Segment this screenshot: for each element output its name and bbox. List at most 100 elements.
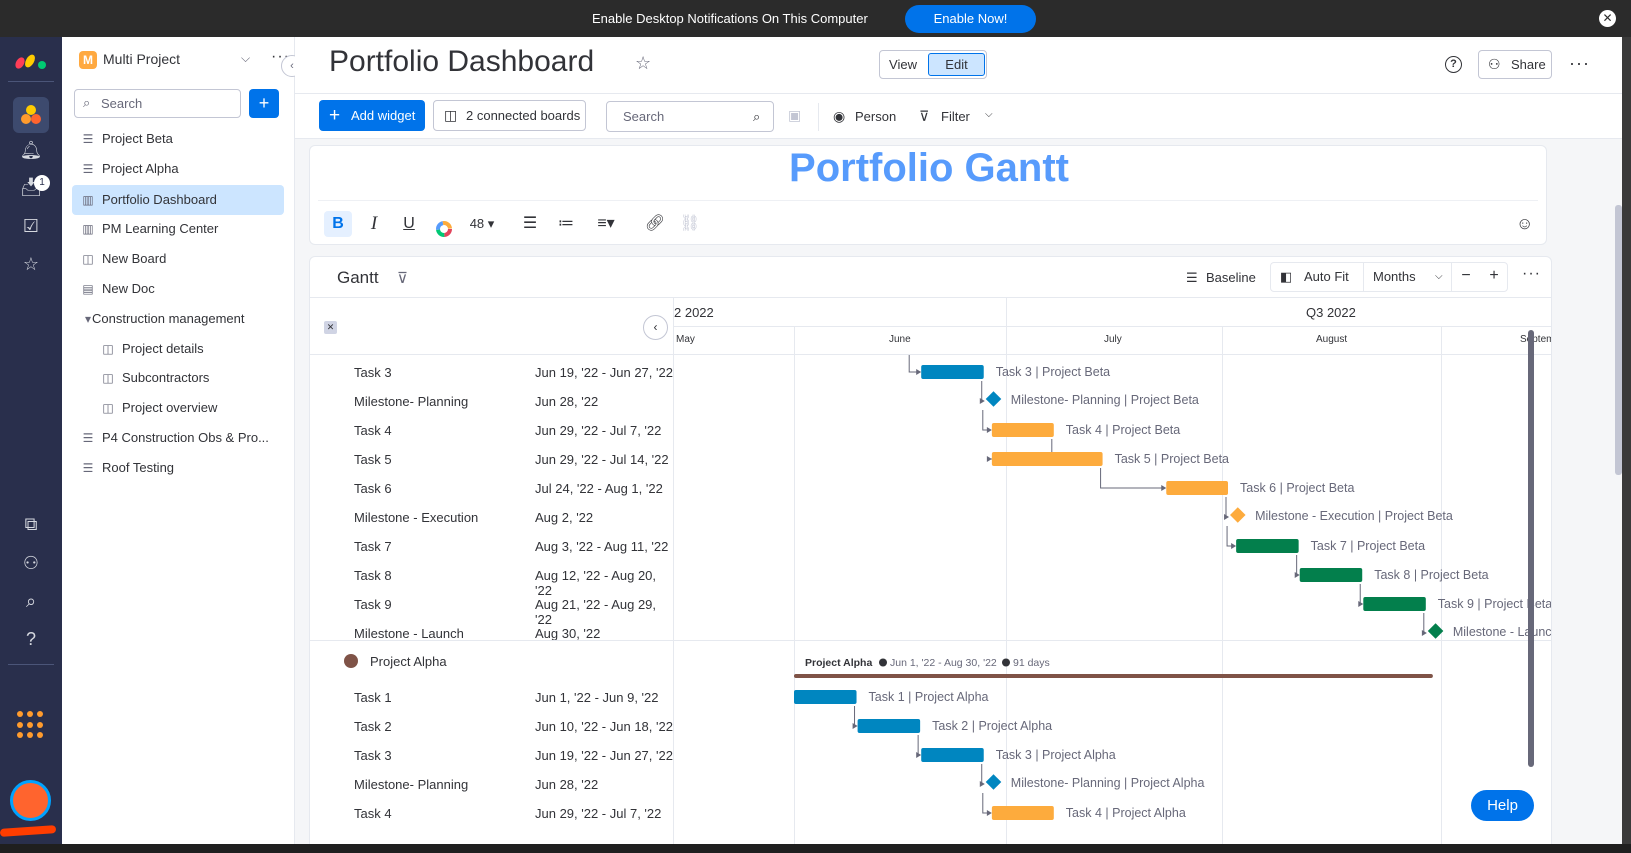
- integrations-icon[interactable]: ⧉: [13, 509, 49, 539]
- gantt-task-row[interactable]: Milestone - Launch Aug 30, '22: [310, 619, 673, 647]
- invite-icon[interactable]: ⚇: [13, 548, 49, 578]
- sidebar-folder-construction-management[interactable]: ▾ Construction management: [72, 304, 284, 334]
- link-icon[interactable]: 🔗︎: [643, 211, 667, 237]
- gantt-task-row[interactable]: Task 4 Jun 29, '22 - Jul 7, '22: [310, 799, 673, 827]
- workspace-name: Multi Project: [103, 51, 181, 67]
- star-icon[interactable]: ☆: [635, 53, 651, 74]
- sidebar-item-portfolio-dashboard[interactable]: ▥ Portfolio Dashboard: [72, 185, 284, 215]
- apps-icon[interactable]: [17, 711, 45, 739]
- enable-notifications-button[interactable]: Enable Now!: [905, 5, 1036, 33]
- dashboard-search-input[interactable]: Search ⌕: [606, 101, 774, 132]
- gantt-task-row[interactable]: Task 3 Jun 19, '22 - Jun 27, '22: [310, 741, 673, 769]
- save-icon[interactable]: ▣: [788, 107, 801, 124]
- emoji-icon[interactable]: ☺: [1516, 214, 1533, 234]
- connected-boards-button[interactable]: ◫ 2 connected boards: [433, 100, 586, 131]
- gantt-task-row[interactable]: Task 6 Jul 24, '22 - Aug 1, '22: [310, 474, 673, 502]
- view-button[interactable]: View: [880, 51, 926, 78]
- font-size-select[interactable]: 48 ▾: [462, 211, 502, 237]
- dependency-arrow: [852, 723, 858, 729]
- share-button[interactable]: ⚇ Share: [1478, 50, 1552, 79]
- gantt-task-row[interactable]: Task 3 Jun 19, '22 - Jun 27, '22: [310, 358, 673, 386]
- sidebar-item-new-board[interactable]: ◫ New Board: [72, 244, 284, 274]
- scale-select[interactable]: Months ⌵: [1365, 263, 1452, 291]
- chevron-down-icon[interactable]: ⌵: [985, 109, 993, 120]
- sidebar-item-project-details[interactable]: ◫ Project details: [92, 334, 284, 364]
- auto-fit-button[interactable]: ◧ Auto Fit: [1271, 263, 1364, 291]
- numbered-list-icon[interactable]: ≔: [554, 211, 578, 237]
- sidebar-item-subcontractors[interactable]: ◫ Subcontractors: [92, 363, 284, 393]
- collapse-list-button[interactable]: ‹: [643, 315, 668, 340]
- edit-button[interactable]: Edit: [928, 53, 985, 76]
- page-scrollbar[interactable]: [1615, 205, 1622, 475]
- add-person-icon: ⚇: [1488, 56, 1501, 72]
- gantt-task-row[interactable]: Milestone- Planning Jun 28, '22: [310, 770, 673, 798]
- add-item-button[interactable]: +: [249, 89, 279, 118]
- my-work-icon[interactable]: ☑: [13, 211, 49, 241]
- chevron-down-icon[interactable]: ⌵: [241, 51, 250, 66]
- group-color-dot: [344, 654, 358, 668]
- gantt-bar-label: Task 8 | Project Beta: [1374, 568, 1488, 582]
- question-icon[interactable]: ?: [1445, 56, 1462, 73]
- dashboard-canvas: Portfolio Gantt B I U 48 ▾ ☰ ≔ ≡▾ 🔗︎ ⛓︎ …: [295, 139, 1622, 844]
- more-icon[interactable]: ···: [1569, 53, 1590, 74]
- sidebar-item-p4-construction[interactable]: ☰ P4 Construction Obs & Pro...: [72, 423, 284, 453]
- sidebar-item-project-alpha[interactable]: ☰ Project Alpha: [72, 154, 284, 184]
- gantt-task-row[interactable]: Task 5 Jun 29, '22 - Jul 14, '22: [310, 445, 673, 473]
- person-filter-button[interactable]: ◉ Person: [833, 101, 896, 132]
- dependency-line: [1359, 584, 1362, 605]
- sidebar-item-project-overview[interactable]: ◫ Project overview: [92, 393, 284, 423]
- avatar[interactable]: [10, 780, 51, 821]
- gantt-zoom-controls: ◧ Auto Fit Months ⌵ − +: [1270, 262, 1508, 292]
- help-icon[interactable]: ?: [13, 624, 49, 654]
- text-widget[interactable]: Portfolio Gantt B I U 48 ▾ ☰ ≔ ≡▾ 🔗︎ ⛓︎ …: [309, 145, 1547, 245]
- workspace-selector[interactable]: M Multi Project ⌵ ···: [79, 48, 289, 73]
- sidebar-item-pm-learning-center[interactable]: ▥ PM Learning Center: [72, 214, 284, 244]
- bold-button[interactable]: B: [324, 211, 352, 237]
- auto-fit-label: Auto Fit: [1304, 269, 1349, 284]
- gantt-title: Gantt: [337, 268, 379, 287]
- monday-logo-icon[interactable]: [14, 47, 48, 71]
- gantt-task-row[interactable]: Milestone - Execution Aug 2, '22: [310, 503, 673, 531]
- unlink-icon[interactable]: ⛓︎: [678, 211, 702, 237]
- add-widget-button[interactable]: + Add widget: [319, 100, 425, 131]
- sidebar-item-new-doc[interactable]: ▤ New Doc: [72, 274, 284, 304]
- baseline-button[interactable]: ☰ Baseline: [1186, 269, 1256, 287]
- gantt-task-row[interactable]: Task 2 Jun 10, '22 - Jun 18, '22: [310, 712, 673, 740]
- filter-icon[interactable]: ⊽: [397, 269, 408, 287]
- text-widget-heading[interactable]: Portfolio Gantt: [310, 146, 1548, 191]
- milestone-marker: [985, 391, 1002, 407]
- collapse-all-icon[interactable]: ✕: [324, 321, 337, 334]
- sidebar-search-input[interactable]: ⌕ Search: [74, 89, 241, 118]
- gantt-bars: Task 3 | Project Beta Milestone- Planning…: [794, 355, 1551, 820]
- underline-button[interactable]: U: [397, 211, 421, 237]
- bullet-list-icon[interactable]: ☰: [518, 211, 542, 237]
- dependency-arrow: [1294, 572, 1300, 578]
- gantt-task-row[interactable]: Task 8 Aug 12, '22 - Aug 20, '22: [310, 561, 673, 598]
- favorites-icon[interactable]: ☆: [13, 249, 49, 279]
- close-icon[interactable]: ✕: [1599, 10, 1616, 27]
- sidebar-item-project-beta[interactable]: ☰ Project Beta: [72, 124, 284, 154]
- gantt-task-row[interactable]: Task 7 Aug 3, '22 - Aug 11, '22: [310, 532, 673, 560]
- filter-button[interactable]: ⊽ Filter: [919, 101, 970, 132]
- gantt-task-row[interactable]: Task 9 Aug 21, '22 - Aug 29, '22: [310, 590, 673, 627]
- zoom-out-button[interactable]: −: [1452, 263, 1480, 291]
- help-button[interactable]: Help: [1471, 790, 1534, 821]
- gantt-scrollbar[interactable]: [1528, 330, 1534, 767]
- zoom-in-button[interactable]: +: [1480, 263, 1508, 291]
- align-icon[interactable]: ≡▾: [588, 211, 624, 237]
- gantt-task-row[interactable]: Task 4 Jun 29, '22 - Jul 7, '22: [310, 416, 673, 444]
- board-icon: ☰: [82, 461, 94, 475]
- gantt-task-row[interactable]: Milestone- Planning Jun 28, '22: [310, 387, 673, 415]
- italic-button[interactable]: I: [362, 211, 386, 237]
- more-icon[interactable]: ···: [1522, 265, 1541, 283]
- dependency-line: [1226, 526, 1235, 547]
- board-outline-icon: ◫: [82, 252, 94, 266]
- sidebar-item-roof-testing[interactable]: ☰ Roof Testing: [72, 453, 284, 483]
- inbox-badge: 1: [34, 175, 50, 191]
- annotation-mark: [0, 825, 57, 837]
- bell-icon[interactable]: 🔔︎: [13, 135, 49, 165]
- gantt-task-row[interactable]: Task 1 Jun 1, '22 - Jun 9, '22: [310, 683, 673, 711]
- gantt-group-header[interactable]: Project Alpha: [310, 648, 673, 676]
- color-picker-icon[interactable]: [436, 216, 452, 242]
- search-icon[interactable]: ⌕: [13, 586, 49, 616]
